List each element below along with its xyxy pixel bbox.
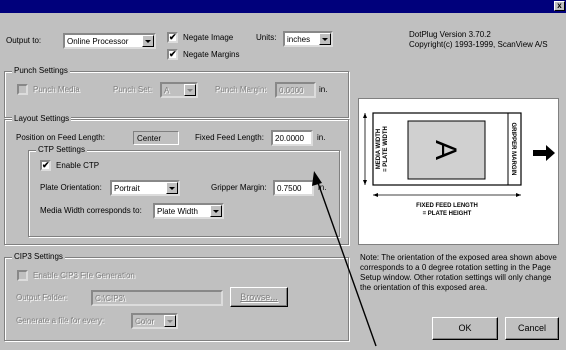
annotation-pointer bbox=[312, 171, 377, 347]
pointer-arrow-icon bbox=[312, 171, 322, 186]
